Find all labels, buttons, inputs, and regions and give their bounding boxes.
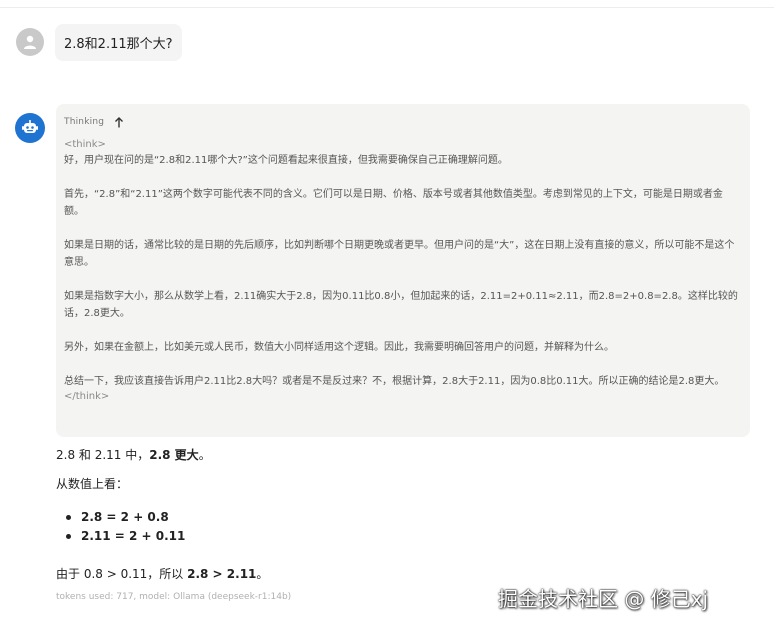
top-divider [0,7,774,8]
bot-avatar [15,113,45,143]
thinking-label: Thinking [64,117,105,127]
watermark: 掘金技术社区 @ 修己xj [498,587,709,611]
bullet-dot [66,534,71,539]
bullet-dot [66,515,71,520]
robot-icon [22,120,38,133]
token-usage-meta: tokens used: 717, model: Ollama (deepsee… [56,592,292,602]
thinking-paragraph: 总结一下，我应该直接告诉用户2.11比2.8大吗？或者是不是反过来？不，根据计算… [64,376,725,387]
answer-bullet-list: 2.8 = 2 + 0.8 2.11 = 2 + 0.11 [66,508,185,546]
thinking-paragraph: 首先，“2.8”和“2.11”这两个数字可能代表不同的含义。它们可以是日期、价格… [64,189,723,217]
user-message-bubble: 2.8和2.11那个大? [55,24,182,61]
list-item: 2.8 = 2 + 0.8 [66,508,185,527]
bullet-text: 2.11 = 2 + 0.11 [81,529,186,543]
think-close-tag: </think> [64,391,110,402]
thinking-paragraph: 另外，如果在金额上，比如美元或人民币，数值大小同样适用这个逻辑。因此，我需要明确… [64,342,614,353]
thinking-paragraph: 如果是指数字大小，那么从数学上看，2.11确实大于2.8，因为0.11比0.8小… [64,291,738,319]
answer-line-conclusion: 2.8 和 2.11 中，2.8 更大。 [56,446,211,464]
answer-line-final: 由于 0.8 > 0.11，所以 2.8 > 2.11。 [56,565,268,583]
thinking-header[interactable]: Thinking [64,115,738,129]
answer-text: 。 [256,567,269,581]
user-avatar [16,28,44,56]
answer-bold: 2.8 > 2.11 [187,567,257,581]
bullet-text: 2.8 = 2 + 0.8 [81,510,169,524]
thinking-paragraph: 好，用户现在问的是“2.8和2.11哪个大?”这个问题看起来很直接，但我需要确保… [64,155,508,166]
answer-line-intro: 从数值上看： [56,477,129,491]
thinking-panel: Thinking <think> 好，用户现在问的是“2.8和2.11哪个大?”… [56,104,750,437]
think-open-tag: <think> [64,139,106,150]
answer-bold: 2.8 更大 [149,448,199,462]
user-icon [24,35,36,49]
answer-text: 由于 0.8 > 0.11，所以 [56,567,188,581]
answer-text: 。 [198,448,211,462]
thinking-paragraph: 如果是日期的话，通常比较的是日期的先后顺序，比如判断哪个日期更晚或者更早。但用户… [64,240,735,268]
answer-text: 2.8 和 2.11 中， [56,448,150,462]
user-message-text: 2.8和2.11那个大? [64,37,173,52]
list-item: 2.11 = 2 + 0.11 [66,527,185,546]
collapse-arrow-icon[interactable] [114,116,124,128]
